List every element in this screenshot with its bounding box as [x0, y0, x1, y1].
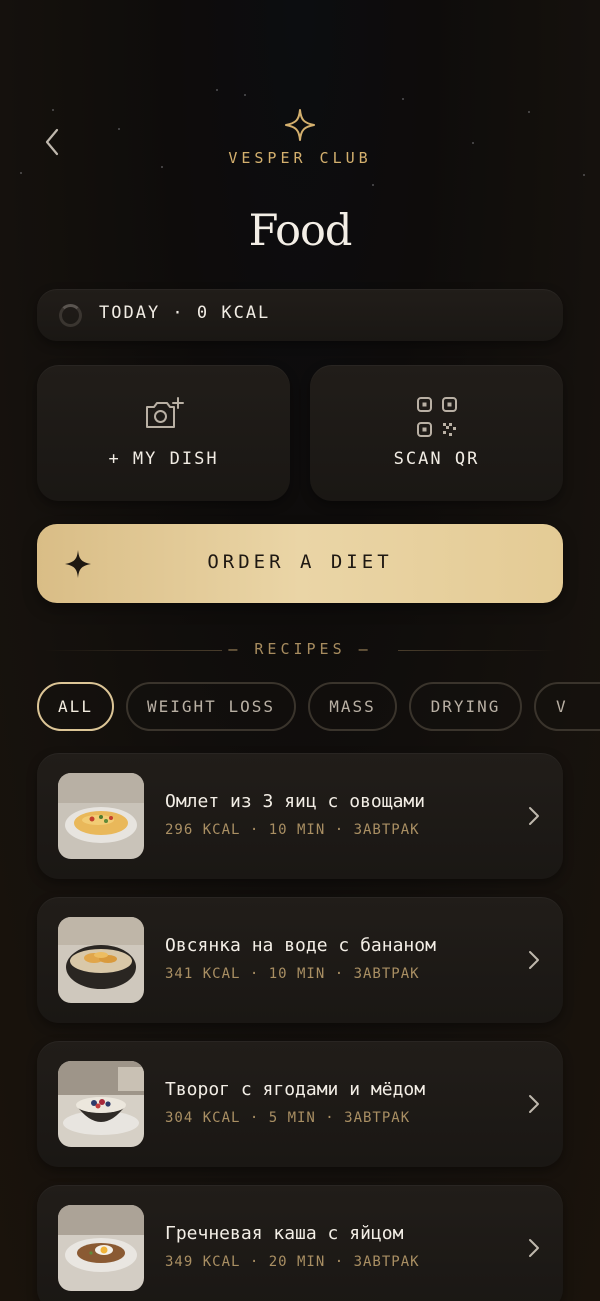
filter-chip-drying[interactable]: DRYING [409, 682, 522, 731]
filter-chip-weight-loss[interactable]: WEIGHT LOSS [126, 682, 296, 731]
recipes-heading: — RECIPES — [228, 640, 372, 658]
recipe-image-buckwheat [58, 1205, 144, 1291]
chevron-right-icon [529, 807, 539, 825]
brand-star-icon [285, 109, 315, 141]
page-title: Food [248, 206, 353, 256]
recipe-card[interactable]: Омлет из 3 яиц с овощами 296 KCAL · 10 M… [37, 753, 563, 879]
chevron-right-icon [529, 1095, 539, 1113]
scan-qr-button[interactable]: SCAN QR [310, 365, 563, 501]
recipe-name: Овсянка на воде с бананом [165, 935, 436, 956]
recipe-image-oatmeal [58, 917, 144, 1003]
order-diet-label: ORDER A DIET [207, 551, 393, 573]
recipe-image-cottage-cheese [58, 1061, 144, 1147]
recipe-name: Творог с ягодами и мёдом [165, 1079, 426, 1100]
recipe-meta: 349 KCAL · 20 MIN · ЗАВТРАК [165, 1254, 420, 1270]
chevron-right-icon [529, 1239, 539, 1257]
recipe-image-omelette [58, 773, 144, 859]
chevron-right-icon [529, 951, 539, 969]
recipe-card[interactable]: Гречневая каша с яйцом 349 KCAL · 20 MIN… [37, 1185, 563, 1301]
filter-chip-all[interactable]: ALL [37, 682, 114, 731]
today-calories-card[interactable]: TODAY · 0 KCAL [37, 289, 563, 341]
today-calories-label: TODAY · 0 KCAL [99, 303, 271, 323]
recipe-name: Омлет из 3 яиц с овощами [165, 791, 426, 812]
filter-chip-more[interactable]: V [534, 682, 600, 731]
brand-name: VESPER CLUB [228, 149, 372, 167]
filter-chips: ALL WEIGHT LOSS MASS DRYING V [0, 682, 600, 732]
filter-chip-mass[interactable]: MASS [308, 682, 397, 731]
calorie-progress-ring-icon [59, 304, 82, 327]
recipe-meta: 304 KCAL · 5 MIN · ЗАВТРАК [165, 1110, 411, 1126]
scan-qr-label: SCAN QR [393, 449, 480, 469]
recipe-card[interactable]: Овсянка на воде с бананом 341 KCAL · 10 … [37, 897, 563, 1023]
add-my-dish-button[interactable]: + MY DISH [37, 365, 290, 501]
recipe-meta: 341 KCAL · 10 MIN · ЗАВТРАК [165, 966, 420, 982]
my-dish-label: + MY DISH [108, 449, 219, 469]
camera-plus-icon [145, 397, 184, 428]
recipe-card[interactable]: Творог с ягодами и мёдом 304 KCAL · 5 MI… [37, 1041, 563, 1167]
recipe-name: Гречневая каша с яйцом [165, 1223, 404, 1244]
order-diet-button[interactable]: ORDER A DIET [37, 524, 563, 603]
recipe-meta: 296 KCAL · 10 MIN · ЗАВТРАК [165, 822, 420, 838]
divider-right [398, 650, 556, 651]
qr-code-icon [416, 397, 457, 437]
